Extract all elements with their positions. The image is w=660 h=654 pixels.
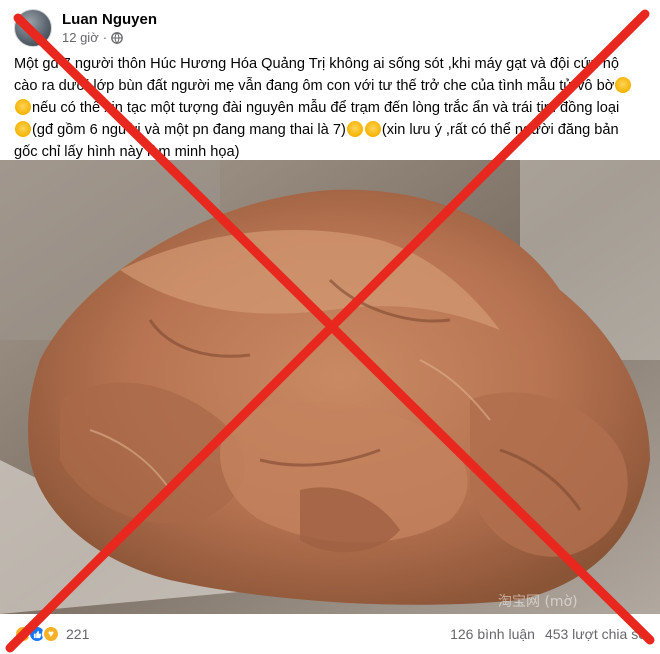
sad-face-icon xyxy=(364,121,381,137)
comment-count[interactable]: 126 bình luận xyxy=(450,626,535,642)
share-count[interactable]: 453 lượt chia sẻ xyxy=(545,626,646,642)
post-time[interactable]: 12 giờ xyxy=(62,29,99,47)
text-line-5: gốc chỉ lấy hình này làm minh họa) xyxy=(14,144,240,160)
facebook-post: Luan Nguyen 12 giờ · Một gđ 7 người thôn… xyxy=(0,0,660,654)
post-photo[interactable]: 淘宝网 (mờ) xyxy=(0,160,660,614)
timestamp-row: 12 giờ · xyxy=(62,29,157,47)
post-header: Luan Nguyen 12 giờ · xyxy=(14,8,157,48)
text-line-4b: (xin lưu ý ,rất có thể người đăng bản xyxy=(381,122,619,138)
engagement-stats: 126 bình luận 453 lượt chia sẻ xyxy=(450,626,646,642)
text-line-2: cào ra dưới lớp bùn đất người mẹ vẫn đan… xyxy=(14,78,615,94)
photo-watermark: 淘宝网 (mờ) xyxy=(498,594,578,610)
globe-icon[interactable] xyxy=(111,31,123,44)
reaction-count[interactable]: 221 xyxy=(66,626,89,642)
care-icon: ♥ xyxy=(42,625,60,643)
post-text: Một gđ 7 người thôn Húc Hương Hóa Quảng … xyxy=(14,53,646,163)
avatar[interactable] xyxy=(14,9,52,47)
reactions-summary[interactable]: ◡ ♥ 221 xyxy=(14,625,89,643)
post-footer: ◡ ♥ 221 126 bình luận 453 lượt chia sẻ xyxy=(0,614,660,654)
pensive-face-icon xyxy=(346,121,363,137)
text-line-3: nếu có thể xin tạc một tượng đài nguyên … xyxy=(32,100,620,116)
sleepy-face-icon xyxy=(615,77,632,93)
post-meta: Luan Nguyen 12 giờ · xyxy=(62,10,157,47)
clay-sculpture-image: 淘宝网 (mờ) xyxy=(0,160,660,614)
sad-face-icon xyxy=(15,121,31,137)
text-line-1: Một gđ 7 người thôn Húc Hương Hóa Quảng … xyxy=(14,56,619,72)
separator: · xyxy=(102,29,108,45)
author-name[interactable]: Luan Nguyen xyxy=(62,10,157,29)
text-line-4a: (gđ gồm 6 người và một pn đang mang thai… xyxy=(32,122,346,138)
sad-face-icon xyxy=(15,99,31,115)
